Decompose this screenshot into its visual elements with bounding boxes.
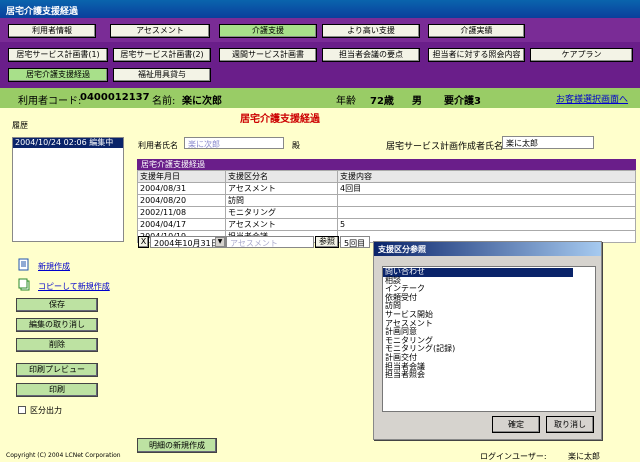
copyright: Copyright (C) 2004 LCNet Corporation bbox=[6, 452, 121, 459]
category-reference-dialog: 支援区分参照 問い合わせ 相談 インテーク 依頼受付 訪問 サービス開始 アセス… bbox=[373, 241, 602, 440]
nav-higher-support[interactable]: より高い支援 bbox=[322, 24, 420, 38]
cell-date: 2004/08/20 bbox=[137, 194, 226, 207]
col-category: 支援区分名 bbox=[225, 170, 338, 183]
login-user: 楽に太郎 bbox=[568, 452, 600, 461]
nav-welfare-rental[interactable]: 福祉用具貸与 bbox=[113, 68, 211, 82]
print-preview-button[interactable]: 印刷プレビュー bbox=[16, 363, 98, 377]
split-output-label: 区分出力 bbox=[30, 406, 62, 415]
copy-create-link[interactable]: コピーして新規作成 bbox=[38, 281, 110, 292]
cell-category: アセスメント bbox=[225, 182, 338, 195]
user-name: 楽に次郎 bbox=[182, 96, 222, 107]
chevron-down-icon[interactable]: ▼ bbox=[215, 237, 225, 247]
age-label: 年齢 bbox=[336, 96, 356, 107]
nav-meeting-points[interactable]: 担当者会議の要点 bbox=[322, 48, 420, 62]
nav-care-plan[interactable]: ケアプラン bbox=[530, 48, 633, 62]
age: 72歳 bbox=[370, 96, 394, 107]
table-row[interactable]: 2002/11/08 モニタリング bbox=[137, 206, 636, 219]
author-label: 居宅サービス計画作成者氏名 bbox=[386, 142, 504, 152]
cell-content bbox=[337, 206, 636, 219]
table-row[interactable]: 2004/04/17 アセスメント 5 bbox=[137, 218, 636, 231]
name-label: 名前: bbox=[152, 96, 176, 107]
col-date: 支援年月日 bbox=[137, 170, 226, 183]
nav-care-results[interactable]: 介護実績 bbox=[428, 24, 525, 38]
cell-category: アセスメント bbox=[225, 218, 338, 231]
cell-date: 2002/11/08 bbox=[137, 206, 226, 219]
content-field[interactable]: 5回目 bbox=[340, 236, 370, 248]
cancel-edit-button[interactable]: 編集の取り消し bbox=[16, 318, 98, 332]
cell-date: 2004/08/31 bbox=[137, 182, 226, 195]
honorific: 殿 bbox=[292, 141, 300, 150]
gender: 男 bbox=[412, 96, 422, 107]
nav-care-support[interactable]: 介護支援 bbox=[219, 24, 317, 38]
list-item[interactable]: 依頼受付 bbox=[383, 293, 595, 303]
table-title: 居宅介護支援経過 bbox=[137, 159, 636, 170]
nav-user-info[interactable]: 利用者情報 bbox=[8, 24, 96, 38]
history-item[interactable]: 2004/10/24 02:06 編集中 bbox=[13, 138, 123, 148]
table-row[interactable]: 2004/08/20 訪問 bbox=[137, 194, 636, 207]
nav-plan-2[interactable]: 居宅サービス計画書(2) bbox=[113, 48, 211, 62]
confirm-button[interactable]: 確定 bbox=[492, 416, 540, 433]
nav-inquiry[interactable]: 担当者に対する照会内容 bbox=[428, 48, 525, 62]
user-info-bar: 利用者コード: 0400012137 名前: 楽に次郎 年齢 72歳 男 要介護… bbox=[0, 88, 640, 108]
table-row[interactable]: 2004/08/31 アセスメント 4回目 bbox=[137, 182, 636, 195]
window-title: 居宅介護支援経過 bbox=[0, 0, 640, 18]
user-name-field[interactable]: 楽に次郎 bbox=[184, 137, 284, 149]
list-item[interactable]: 担当者照会 bbox=[383, 371, 595, 380]
history-list[interactable]: 2004/10/24 02:06 編集中 bbox=[12, 137, 124, 242]
history-label: 履歴 bbox=[12, 121, 28, 130]
new-create-link[interactable]: 新規作成 bbox=[38, 261, 70, 272]
nav-bar-secondary: 居宅サービス計画書(1) 居宅サービス計画書(2) 週間サービス計画書 担当者会… bbox=[0, 42, 640, 88]
nav-bar-primary: 利用者情報 アセスメント 介護支援 より高い支援 介護実績 bbox=[0, 18, 640, 42]
cell-category: モニタリング bbox=[225, 206, 338, 219]
reference-button[interactable]: 参照 bbox=[315, 236, 339, 248]
copy-document-icon bbox=[18, 278, 30, 291]
cell-content: 5 bbox=[337, 218, 636, 231]
user-code-label: 利用者コード: bbox=[18, 96, 82, 107]
dialog-cancel-button[interactable]: 取り消し bbox=[546, 416, 594, 433]
author-field[interactable]: 楽に太郎 bbox=[502, 136, 594, 149]
cell-date: 2004/04/17 bbox=[137, 218, 226, 231]
list-item[interactable]: 問い合わせ bbox=[383, 267, 573, 277]
cell-content: 4回目 bbox=[337, 182, 636, 195]
page-title: 居宅介護支援経過 bbox=[240, 114, 320, 125]
save-button[interactable]: 保存 bbox=[16, 298, 98, 312]
split-output-checkbox[interactable] bbox=[18, 406, 26, 414]
nav-plan-1[interactable]: 居宅サービス計画書(1) bbox=[8, 48, 108, 62]
print-button[interactable]: 印刷 bbox=[16, 383, 98, 397]
customer-select-link[interactable]: お客様選択画面へ bbox=[556, 92, 628, 105]
nav-assessment[interactable]: アセスメント bbox=[110, 24, 210, 38]
cell-category: 訪問 bbox=[225, 194, 338, 207]
new-document-icon bbox=[18, 258, 29, 271]
user-name-label: 利用者氏名 bbox=[138, 141, 178, 150]
login-label: ログインユーザー: bbox=[480, 452, 547, 461]
care-level: 要介護3 bbox=[444, 96, 481, 107]
dialog-title: 支援区分参照 bbox=[374, 242, 601, 256]
col-content: 支援内容 bbox=[337, 170, 636, 183]
support-table: 支援年月日 支援区分名 支援内容 2004/08/31 アセスメント 4回目 200… bbox=[137, 170, 636, 243]
category-list[interactable]: 問い合わせ 相談 インテーク 依頼受付 訪問 サービス開始 アセスメント 計画同… bbox=[382, 266, 596, 412]
nav-support-progress[interactable]: 居宅介護支援経過 bbox=[8, 68, 108, 82]
user-code: 0400012137 bbox=[80, 92, 150, 103]
detail-new-button[interactable]: 明細の新規作成 bbox=[137, 438, 217, 453]
clear-row-button[interactable]: X bbox=[138, 236, 149, 248]
cell-content bbox=[337, 194, 636, 207]
delete-button[interactable]: 削除 bbox=[16, 338, 98, 352]
category-field[interactable]: アセスメント bbox=[226, 236, 314, 248]
nav-weekly-plan[interactable]: 週間サービス計画書 bbox=[219, 48, 317, 62]
